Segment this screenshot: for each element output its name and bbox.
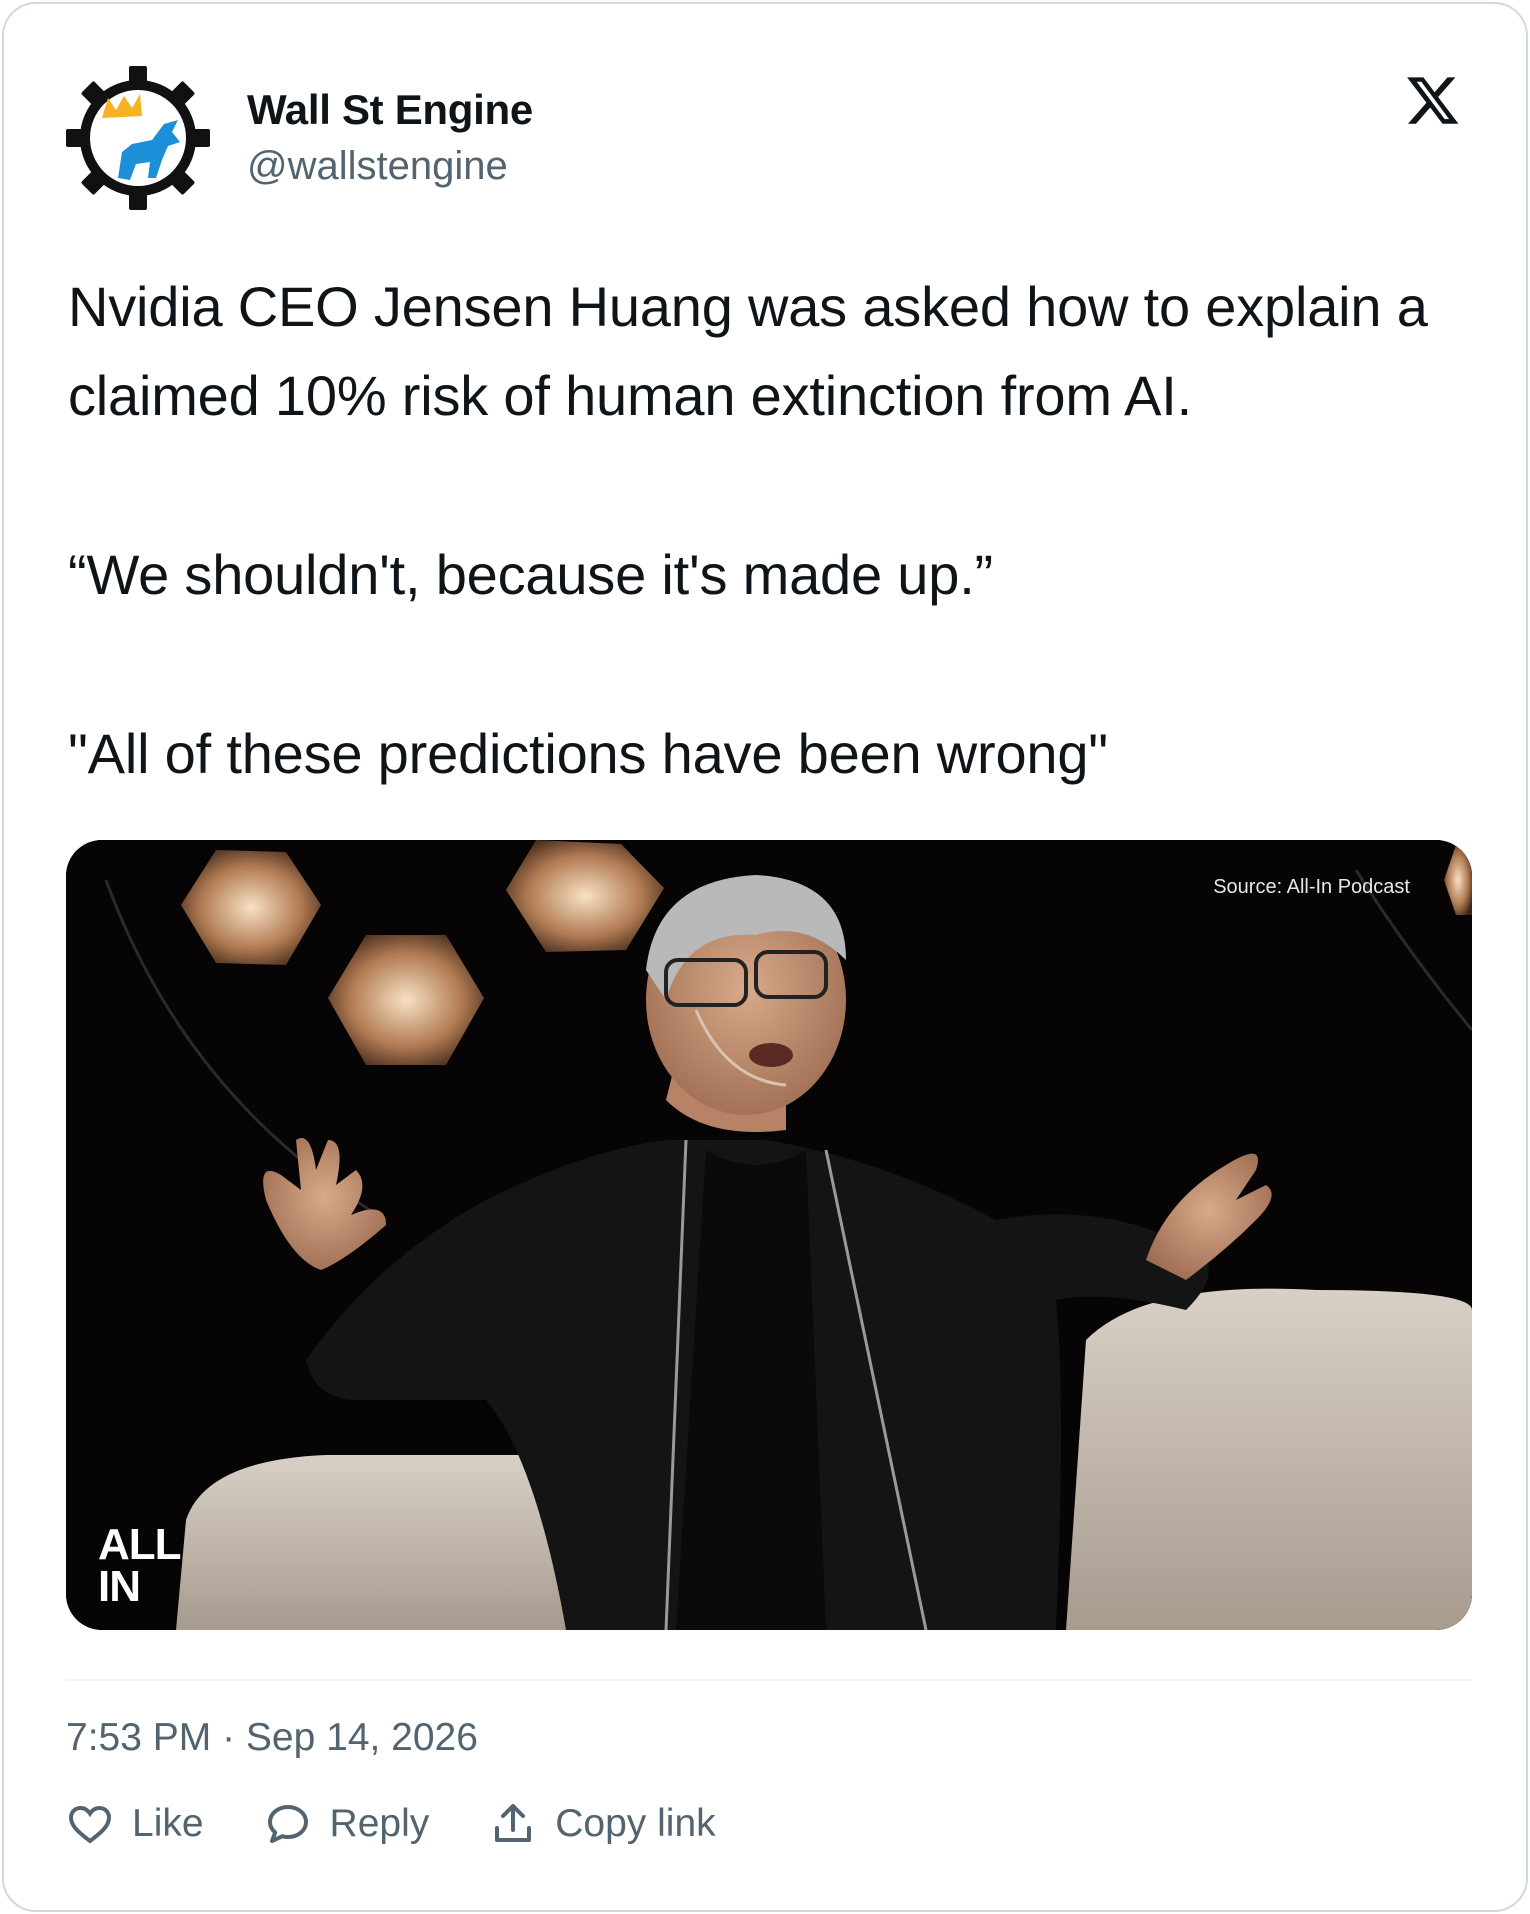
watermark-line: ALL	[98, 1520, 182, 1569]
tweet-paragraph: "All of these predictions have been wron…	[68, 722, 1108, 785]
author-handle[interactable]: @wallstengine	[247, 144, 508, 189]
like-button[interactable]: Like	[66, 1800, 204, 1848]
action-bar: Like Reply Copy link	[66, 1800, 716, 1848]
tweet-card: Wall St Engine @wallstengine Nvidia CEO …	[2, 2, 1528, 1912]
gear-bull-logo-icon	[66, 66, 210, 210]
divider	[66, 1679, 1472, 1681]
tweet-paragraph: Nvidia CEO Jensen Huang was asked how to…	[68, 275, 1444, 427]
media-source-caption: Source: All-In Podcast	[1213, 876, 1410, 898]
author-display-name[interactable]: Wall St Engine	[247, 86, 533, 134]
tweet-media-image[interactable]: Source: All-In Podcast ALL IN	[66, 840, 1472, 1630]
speech-bubble-icon	[267, 1805, 308, 1843]
reply-label: Reply	[329, 1802, 430, 1845]
all-in-watermark: ALL IN	[98, 1520, 182, 1611]
copy-link-label: Copy link	[555, 1802, 716, 1845]
x-logo-icon[interactable]	[1404, 72, 1462, 128]
heart-icon	[68, 1805, 112, 1844]
media-photo	[66, 840, 1472, 1630]
share-upload-icon	[495, 1804, 532, 1842]
copy-link-button[interactable]: Copy link	[489, 1800, 716, 1848]
tweet-timestamp[interactable]: 7:53 PM · Sep 14, 2026	[66, 1716, 478, 1760]
avatar[interactable]	[66, 66, 210, 210]
reply-button[interactable]: Reply	[264, 1800, 430, 1848]
tweet-paragraph: “We shouldn't, because it's made up.”	[68, 543, 993, 606]
tweet-text: Nvidia CEO Jensen Huang was asked how to…	[68, 262, 1488, 798]
watermark-line: IN	[98, 1562, 141, 1611]
like-label: Like	[132, 1802, 204, 1845]
